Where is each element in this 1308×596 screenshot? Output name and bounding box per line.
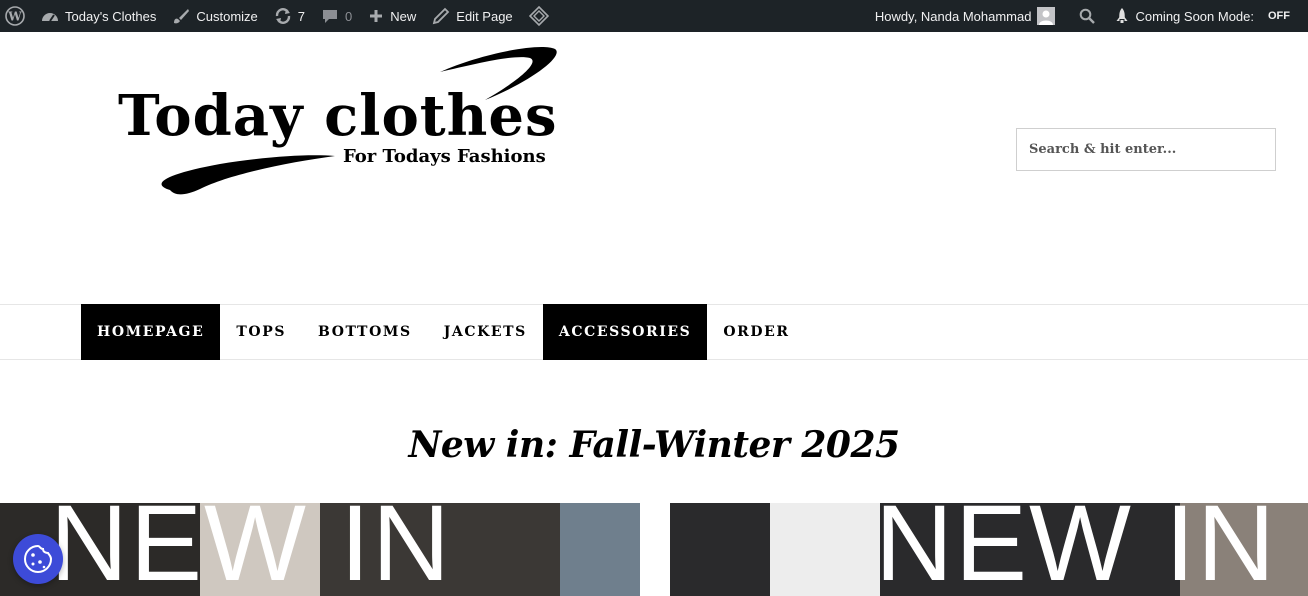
avatar	[1037, 7, 1056, 25]
nav-item-bottoms[interactable]: BOTTOMS	[302, 304, 428, 360]
updates-icon	[275, 8, 290, 24]
customize-link[interactable]: Customize	[164, 0, 265, 32]
rocket-icon	[1116, 8, 1128, 23]
nav-item-order[interactable]: ORDER	[707, 304, 805, 360]
nav-item-jackets[interactable]: JACKETS	[428, 304, 543, 360]
banner-text-left: NEW IN	[50, 503, 452, 596]
plugin-diamond-button[interactable]	[521, 0, 557, 32]
updates-link[interactable]: 7	[266, 0, 313, 32]
page-headline: New in: Fall-Winter 2025	[408, 424, 900, 466]
comments-count: 0	[345, 8, 353, 24]
cookie-settings-button[interactable]	[13, 534, 63, 584]
edit-page-label: Edit Page	[456, 8, 513, 24]
search-input[interactable]	[1016, 128, 1276, 171]
banner-photo-column	[770, 503, 880, 596]
admin-search-button[interactable]	[1067, 0, 1107, 32]
new-label: New	[390, 8, 417, 24]
user-icon	[1039, 10, 1054, 25]
main-navigation: HOMEPAGE TOPS BOTTOMS JACKETS ACCESSORIE…	[0, 304, 1308, 360]
nav-item-accessories[interactable]: ACCESSORIES	[542, 304, 708, 360]
wordpress-logo-button[interactable]: W	[0, 0, 33, 32]
admin-bar: W Today's Clothes Customize 7 0 New Edit…	[0, 0, 1308, 32]
site-name-link[interactable]: Today's Clothes	[33, 0, 164, 32]
brush-icon	[174, 9, 190, 24]
new-content-link[interactable]: New	[360, 0, 424, 32]
edit-page-link[interactable]: Edit Page	[424, 0, 520, 32]
nav-item-homepage[interactable]: HOMEPAGE	[81, 304, 221, 360]
site-logo[interactable]: Today clothes For Todays Fashions	[110, 44, 570, 204]
plus-icon	[370, 10, 383, 22]
customize-label: Customize	[196, 8, 258, 24]
diamond-icon	[528, 6, 549, 26]
comments-link[interactable]: 0	[313, 0, 360, 32]
cookie-icon	[24, 544, 53, 573]
my-account-link[interactable]: Howdy, Nanda Mohammad	[867, 0, 1068, 32]
comment-icon	[323, 10, 338, 23]
coming-soon-label: Coming Soon Mode:	[1135, 8, 1254, 24]
dashboard-icon	[42, 13, 58, 22]
svg-text:W: W	[7, 10, 22, 24]
logo-title: Today clothes	[118, 83, 558, 149]
updates-count: 7	[297, 8, 306, 24]
logo-tagline: For Todays Fashions	[343, 146, 546, 167]
pencil-icon	[433, 7, 450, 25]
nav-item-tops[interactable]: TOPS	[220, 304, 302, 360]
search-icon	[1080, 8, 1096, 24]
howdy-label: Howdy, Nanda Mohammad	[874, 8, 1032, 24]
new-in-banner[interactable]: NEW IN NEW IN	[0, 503, 1308, 596]
banner-divider	[640, 503, 670, 596]
site-name-label: Today's Clothes	[65, 8, 157, 24]
banner-text-right: NEW IN	[875, 503, 1277, 596]
coming-soon-toggle[interactable]: Coming Soon Mode: OFF	[1107, 0, 1308, 32]
wordpress-icon: W	[5, 6, 25, 26]
coming-soon-state: OFF	[1268, 10, 1290, 22]
